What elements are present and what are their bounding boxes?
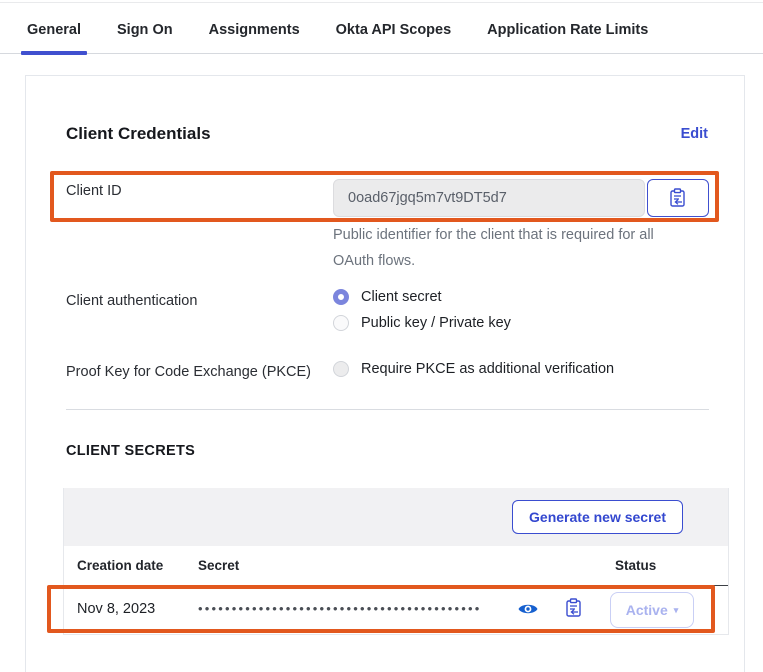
client-secret-radio[interactable] xyxy=(333,289,349,305)
eye-icon xyxy=(517,600,539,618)
pkce-checkbox-label: Require PKCE as additional verification xyxy=(361,361,614,377)
edit-link[interactable]: Edit xyxy=(681,126,708,142)
pkce-checkbox[interactable] xyxy=(333,361,349,377)
public-key-radio-row: Public key / Private key xyxy=(333,315,511,331)
clipboard-copy-icon xyxy=(565,598,585,618)
tab-okta-api-scopes[interactable]: Okta API Scopes xyxy=(330,22,458,53)
top-divider xyxy=(0,2,763,3)
generate-new-secret-button[interactable]: Generate new secret xyxy=(512,500,683,534)
client-id-input[interactable] xyxy=(333,179,645,217)
public-key-radio[interactable] xyxy=(333,315,349,331)
public-key-radio-label: Public key / Private key xyxy=(361,315,511,331)
column-header-status: Status xyxy=(615,558,656,573)
chevron-down-icon: ▾ xyxy=(674,605,679,616)
section-divider xyxy=(66,409,709,410)
tab-assignments[interactable]: Assignments xyxy=(203,22,306,53)
column-header-secret: Secret xyxy=(198,558,239,573)
column-header-creation-date: Creation date xyxy=(77,558,163,573)
copy-client-id-button[interactable] xyxy=(647,179,709,217)
tab-application-rate-limits[interactable]: Application Rate Limits xyxy=(481,22,654,53)
client-id-help-text: Public identifier for the client that is… xyxy=(333,222,663,274)
client-id-field-group xyxy=(333,179,709,217)
client-secrets-table: Generate new secret Creation date Secret… xyxy=(63,488,729,635)
app-tab-bar: General Sign On Assignments Okta API Sco… xyxy=(0,10,763,54)
pkce-label: Proof Key for Code Exchange (PKCE) xyxy=(66,364,311,380)
copy-secret-button[interactable] xyxy=(565,598,585,620)
client-secret-radio-label: Client secret xyxy=(361,289,442,305)
client-secrets-heading: CLIENT SECRETS xyxy=(66,443,195,459)
secret-creation-date: Nov 8, 2023 xyxy=(77,601,155,617)
client-credentials-panel: Client Credentials Edit Client ID Public… xyxy=(25,75,745,672)
client-authentication-label: Client authentication xyxy=(66,293,197,309)
reveal-secret-button[interactable] xyxy=(517,600,539,618)
table-toolbar: Generate new secret xyxy=(64,488,728,546)
client-secret-radio-row: Client secret xyxy=(333,289,442,305)
tab-sign-on[interactable]: Sign On xyxy=(111,22,179,53)
clipboard-copy-icon xyxy=(669,188,687,208)
pkce-checkbox-row: Require PKCE as additional verification xyxy=(333,361,614,377)
table-row: Nov 8, 2023 ••••••••••••••••••••••••••••… xyxy=(64,586,728,634)
client-id-label: Client ID xyxy=(66,183,122,199)
status-label: Active xyxy=(626,602,668,618)
masked-secret-value: ••••••••••••••••••••••••••••••••••••••••… xyxy=(198,601,482,616)
section-title: Client Credentials xyxy=(66,124,211,144)
table-header-row: Creation date Secret Status xyxy=(64,546,728,586)
secret-status-dropdown[interactable]: Active ▾ xyxy=(610,592,694,628)
tab-general[interactable]: General xyxy=(21,22,87,53)
